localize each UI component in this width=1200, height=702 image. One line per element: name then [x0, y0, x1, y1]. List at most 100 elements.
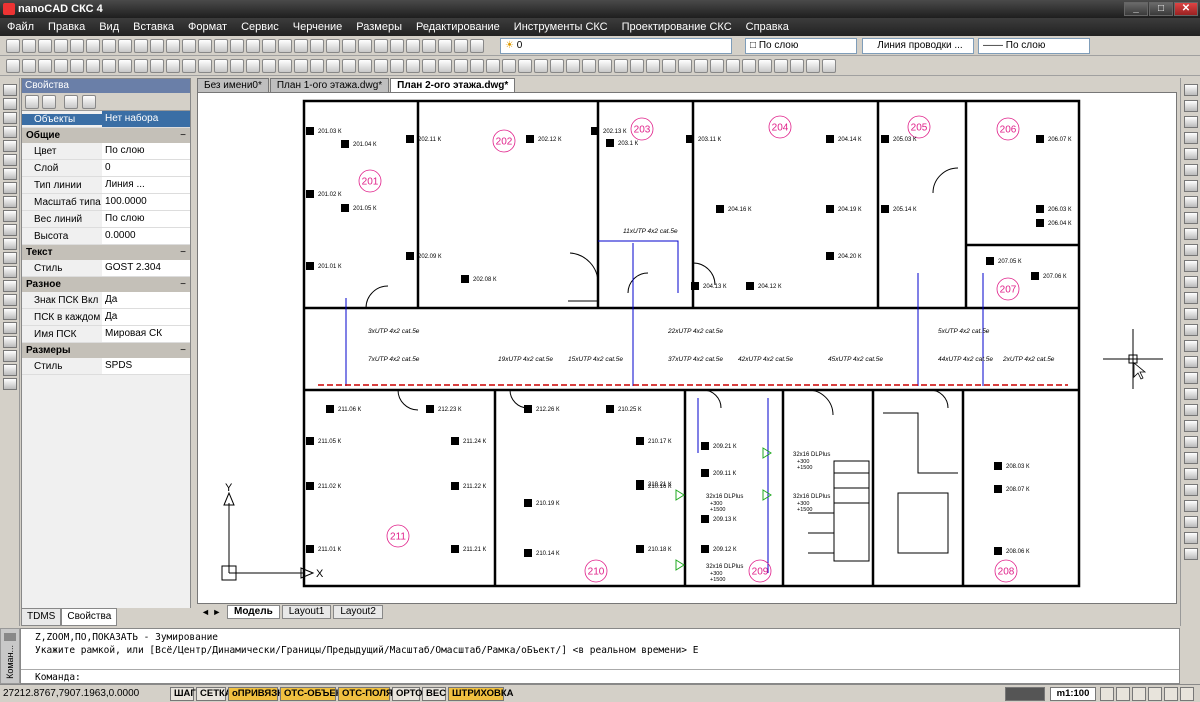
draw-tool-icon[interactable] — [3, 182, 17, 194]
drawing-canvas[interactable]: 201 202 203 204 205 206 207 211 210 209 208 201.03… — [197, 92, 1177, 604]
toolbar-tool-icon[interactable] — [246, 39, 260, 53]
property-value[interactable]: 100.0000 — [102, 194, 190, 210]
property-row[interactable]: Цвет По слою — [22, 143, 190, 160]
draw-tool-icon[interactable] — [3, 350, 17, 362]
property-value[interactable]: По слою — [102, 211, 190, 227]
toolbar-tool-icon[interactable] — [742, 59, 756, 73]
menu-item-11[interactable]: Справка — [739, 21, 796, 33]
toolbar-tool-icon[interactable] — [390, 39, 404, 53]
draw-tool-icon[interactable] — [3, 378, 17, 390]
toolbar-tool-icon[interactable] — [246, 59, 260, 73]
draw-tool-icon[interactable] — [3, 140, 17, 152]
settings-icon[interactable] — [1180, 687, 1194, 701]
close-icon[interactable] — [4, 633, 16, 641]
toolbar-tool-icon[interactable] — [822, 59, 836, 73]
menu-item-2[interactable]: Вид — [92, 21, 126, 33]
draw-tool-icon[interactable] — [3, 154, 17, 166]
menu-item-9[interactable]: Инструменты СКС — [507, 21, 615, 33]
modify-tool-icon[interactable] — [1184, 148, 1198, 160]
grid-icon[interactable] — [1164, 687, 1178, 701]
toolbar-tool-icon[interactable] — [86, 59, 100, 73]
toolbar-tool-icon[interactable] — [646, 59, 660, 73]
toolbar-tool-icon[interactable] — [182, 39, 196, 53]
toolbar-tool-icon[interactable] — [150, 39, 164, 53]
menu-item-5[interactable]: Сервис — [234, 21, 286, 33]
filter-icon[interactable] — [64, 95, 78, 109]
toolbar-tool-icon[interactable] — [374, 39, 388, 53]
property-value[interactable]: GOST 2.304 — [102, 260, 190, 276]
modify-tool-icon[interactable] — [1184, 532, 1198, 544]
toolbar-tool-icon[interactable] — [230, 39, 244, 53]
toolbar-tool-icon[interactable] — [102, 59, 116, 73]
toolbar-tool-icon[interactable] — [406, 39, 420, 53]
tab-scroll-arrows-icon[interactable]: ◄ ► — [197, 607, 227, 617]
modify-tool-icon[interactable] — [1184, 132, 1198, 144]
toolbar-tool-icon[interactable] — [502, 59, 516, 73]
regen-icon[interactable] — [1148, 687, 1162, 701]
toolbar-tool-icon[interactable] — [86, 39, 100, 53]
toolbar-tool-icon[interactable] — [326, 59, 340, 73]
property-section-header[interactable]: Общие — [22, 128, 190, 143]
toolbar-tool-icon[interactable] — [614, 59, 628, 73]
property-value[interactable]: По слою — [102, 143, 190, 159]
zoom-icon[interactable] — [1100, 687, 1114, 701]
toolbar-tool-icon[interactable] — [454, 59, 468, 73]
draw-tool-icon[interactable] — [3, 210, 17, 222]
modify-tool-icon[interactable] — [1184, 356, 1198, 368]
toolbar-tool-icon[interactable] — [230, 59, 244, 73]
document-tab[interactable]: План 2-ого этажа.dwg* — [390, 78, 516, 92]
toolbar-tool-icon[interactable] — [54, 59, 68, 73]
toolbar-tool-icon[interactable] — [182, 59, 196, 73]
toolbar-tool-icon[interactable] — [294, 59, 308, 73]
modify-tool-icon[interactable] — [1184, 228, 1198, 240]
menu-item-7[interactable]: Размеры — [349, 21, 409, 33]
toolbar-tool-icon[interactable] — [214, 39, 228, 53]
select-objects-icon[interactable] — [25, 95, 39, 109]
modify-tool-icon[interactable] — [1184, 116, 1198, 128]
minimize-button[interactable]: _ — [1124, 2, 1148, 16]
model-space-icon[interactable] — [1005, 687, 1045, 701]
status-toggle-button[interactable]: ШАГ — [170, 687, 196, 701]
menu-item-4[interactable]: Формат — [181, 21, 234, 33]
property-value[interactable]: Линия ... — [102, 177, 190, 193]
modify-tool-icon[interactable] — [1184, 84, 1198, 96]
toolbar-tool-icon[interactable] — [486, 59, 500, 73]
status-toggle-button[interactable]: ВЕС — [422, 687, 446, 701]
zoom-window-icon[interactable] — [1132, 687, 1146, 701]
property-section-header[interactable]: Текст — [22, 245, 190, 260]
layout-tab[interactable]: Модель — [227, 605, 280, 619]
toolbar-tool-icon[interactable] — [342, 59, 356, 73]
property-row[interactable]: Знак ПСК Вкл Да — [22, 292, 190, 309]
toolbar-tool-icon[interactable] — [582, 59, 596, 73]
draw-tool-icon[interactable] — [3, 168, 17, 180]
toolbar-tool-icon[interactable] — [598, 59, 612, 73]
draw-tool-icon[interactable] — [3, 336, 17, 348]
toolbar-tool-icon[interactable] — [134, 59, 148, 73]
property-row[interactable]: Стиль SPDS — [22, 358, 190, 375]
draw-tool-icon[interactable] — [3, 308, 17, 320]
modify-tool-icon[interactable] — [1184, 244, 1198, 256]
toolbar-tool-icon[interactable] — [790, 59, 804, 73]
toolbar-tool-icon[interactable] — [22, 39, 36, 53]
modify-tool-icon[interactable] — [1184, 500, 1198, 512]
toolbar-tool-icon[interactable] — [166, 59, 180, 73]
status-toggle-button[interactable]: оПРИВЯЗКА — [228, 687, 290, 701]
toolbar-tool-icon[interactable] — [454, 39, 468, 53]
lineweight-combo[interactable]: —— По слою — [978, 38, 1090, 54]
toolbar-tool-icon[interactable] — [710, 59, 724, 73]
toolbar-tool-icon[interactable] — [6, 59, 20, 73]
modify-tool-icon[interactable] — [1184, 292, 1198, 304]
property-row[interactable]: ПСК в каждом ...Да — [22, 309, 190, 326]
status-toggle-button[interactable]: ОТС-ОБЪЕКТ — [280, 687, 348, 701]
quick-select-icon[interactable] — [42, 95, 56, 109]
menu-item-8[interactable]: Редактирование — [409, 21, 507, 33]
menu-item-1[interactable]: Правка — [41, 21, 92, 33]
toolbar-tool-icon[interactable] — [726, 59, 740, 73]
property-value[interactable]: 0 — [102, 160, 190, 176]
command-prompt[interactable]: Команда: — [35, 672, 81, 683]
panel-tab[interactable]: Свойства — [61, 608, 118, 626]
toolbar-tool-icon[interactable] — [422, 59, 436, 73]
modify-tool-icon[interactable] — [1184, 180, 1198, 192]
toolbar-tool-icon[interactable] — [118, 59, 132, 73]
property-row[interactable]: Высота 0.0000 — [22, 228, 190, 245]
